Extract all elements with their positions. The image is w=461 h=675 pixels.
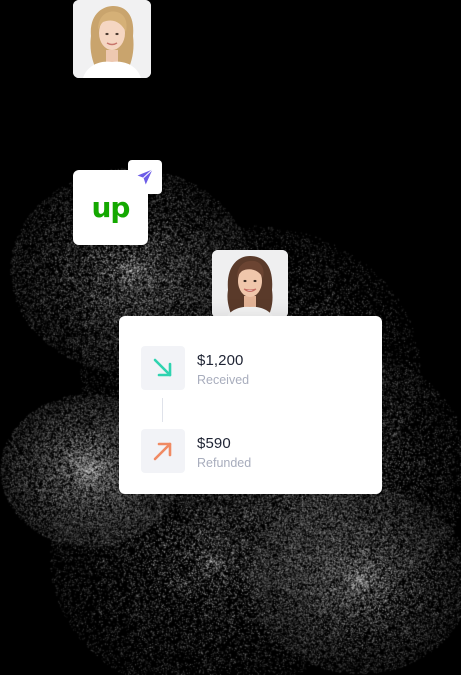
paper-plane-icon (137, 169, 153, 185)
avatar (212, 250, 288, 318)
row-connector-line (162, 398, 163, 422)
refunded-row: $590 Refunded (141, 429, 361, 475)
refunded-amount: $590 (197, 435, 231, 452)
illustration-stage: up $1,200 Received $590 Refunded (0, 0, 461, 675)
received-label: Received (197, 373, 250, 387)
payment-summary-card: $1,200 Received $590 Refunded (119, 316, 382, 494)
received-amount: $1,200 (197, 352, 244, 369)
arrow-down-right-icon (153, 358, 172, 377)
refunded-icon-box (141, 429, 185, 473)
received-icon-box (141, 346, 185, 390)
refunded-label: Refunded (197, 456, 252, 470)
avatar (73, 0, 151, 78)
avatar-woman-brunette-icon (212, 250, 288, 318)
received-row: $1,200 Received (141, 346, 361, 392)
arrow-up-right-icon (153, 442, 172, 461)
send-badge (128, 160, 162, 194)
connector-line (148, 291, 212, 292)
avatar-woman-blonde-icon (73, 0, 151, 78)
